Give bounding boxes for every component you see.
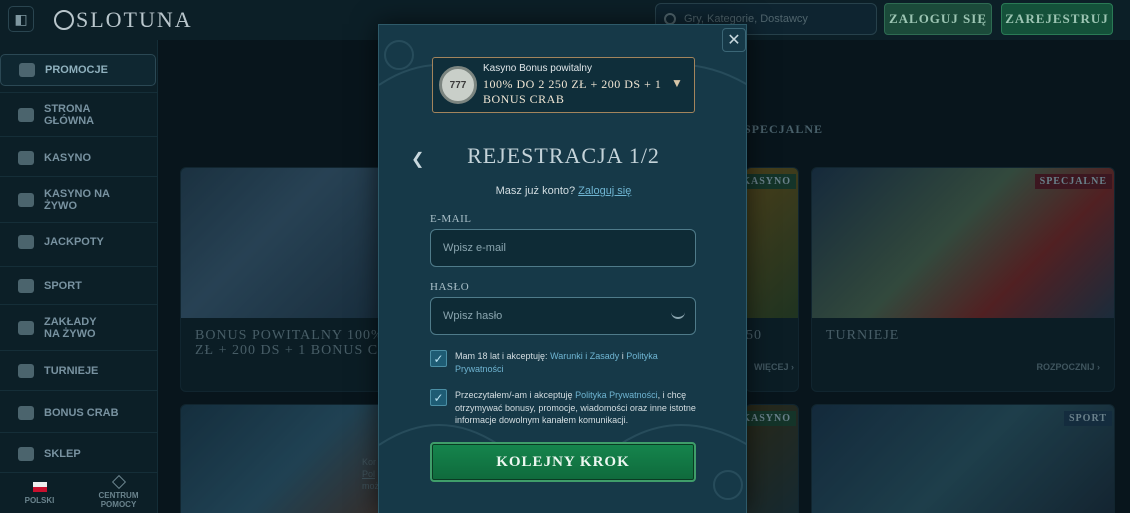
help-icon xyxy=(111,474,126,490)
age-terms-text: Mam 18 lat i akceptuję: Warunki i Zasady… xyxy=(455,351,658,374)
modal-title: REJESTRACJA 1/2 xyxy=(467,143,660,168)
cards-icon xyxy=(18,193,34,207)
language-selector[interactable]: POLSKI xyxy=(0,473,79,513)
terms-link[interactable]: Warunki i Zasady xyxy=(550,351,619,361)
sidebar-item-shop[interactable]: SKLEP xyxy=(0,446,158,462)
sidebar-item-bonus-crab[interactable]: BONUS CRAB xyxy=(0,405,158,421)
age-terms-checkbox[interactable]: ✓ xyxy=(430,350,447,367)
trophy-icon xyxy=(18,364,34,378)
password-placeholder: Wpisz hasło xyxy=(443,310,503,322)
sidebar: PROMOCJE STRONA GŁÓWNA KASYNO KASYNO NA … xyxy=(0,40,158,513)
privacy-link[interactable]: Polityka Prywatności xyxy=(575,390,658,400)
sidebar-item-sport[interactable]: SPORT xyxy=(0,278,158,294)
sidebar-footer: POLSKI CENTRUM POMOCY xyxy=(0,472,158,513)
sidebar-item-jackpots[interactable]: JACKPOTY xyxy=(0,234,158,250)
password-label: HASŁO xyxy=(430,281,470,293)
checkmark-icon: ✓ xyxy=(433,390,444,405)
close-button[interactable]: ✕ xyxy=(722,28,746,52)
password-field[interactable]: Wpisz hasło xyxy=(430,297,696,335)
gift-icon xyxy=(19,63,35,77)
close-icon: ✕ xyxy=(727,32,741,49)
chevron-down-icon: ▼ xyxy=(671,76,683,90)
register-button[interactable]: ZAREJESTRUJ xyxy=(1001,3,1113,35)
sidebar-item-tournaments[interactable]: TURNIEJE xyxy=(0,363,158,379)
menu-icon: ◧ xyxy=(14,10,28,27)
sidebar-item-home[interactable]: STRONA GŁÓWNA xyxy=(0,100,158,130)
poland-flag-icon xyxy=(32,481,47,492)
have-account-text: Masz już konto? Zaloguj się xyxy=(495,185,632,197)
ball-icon xyxy=(18,279,34,293)
crab-icon xyxy=(18,406,34,420)
email-label: E-MAIL xyxy=(430,213,472,225)
clover-icon xyxy=(18,235,34,249)
next-step-button[interactable]: KOLEJNY KROK xyxy=(430,442,696,482)
checkmark-icon: ✓ xyxy=(433,351,444,366)
slot-icon xyxy=(18,151,34,165)
email-field[interactable]: Wpisz e-mail xyxy=(430,229,696,267)
logo-icon xyxy=(54,10,74,30)
slot-machine-icon: 777 xyxy=(439,66,477,104)
sidebar-toggle-button[interactable]: ◧ xyxy=(8,6,34,32)
sidebar-item-live-casino[interactable]: KASYNO NA ŻYWO xyxy=(0,186,158,214)
logo[interactable]: SLOTUNA xyxy=(54,7,193,33)
eye-closed-icon[interactable] xyxy=(671,311,685,319)
marketing-consent-checkbox[interactable]: ✓ xyxy=(430,389,447,406)
registration-modal: ✕ 777 Kasyno Bonus powitalny 100% DO 2 2… xyxy=(378,24,747,513)
bonus-category: Kasyno Bonus powitalny xyxy=(483,63,592,74)
live-icon xyxy=(18,321,34,335)
bonus-title: 100% DO 2 250 ZŁ + 200 DS + 1 BONUS CRAB xyxy=(483,77,662,106)
email-placeholder: Wpisz e-mail xyxy=(443,242,506,254)
login-button[interactable]: ZALOGUJ SIĘ xyxy=(884,3,992,35)
login-link[interactable]: Zaloguj się xyxy=(578,185,631,197)
help-center-link[interactable]: CENTRUM POMOCY xyxy=(79,473,158,513)
marketing-consent-text: Przeczytałem/-am i akceptuję Polityka Pr… xyxy=(455,390,696,425)
bonus-selector[interactable]: 777 Kasyno Bonus powitalny 100% DO 2 250… xyxy=(432,57,695,113)
sidebar-item-promotions[interactable]: PROMOCJE xyxy=(0,54,156,86)
sidebar-item-casino[interactable]: KASYNO xyxy=(0,150,158,166)
shop-icon xyxy=(18,447,34,461)
castle-icon xyxy=(18,108,34,122)
sidebar-item-live-bets[interactable]: ZAKŁADY NA ŻYWO xyxy=(0,314,158,342)
